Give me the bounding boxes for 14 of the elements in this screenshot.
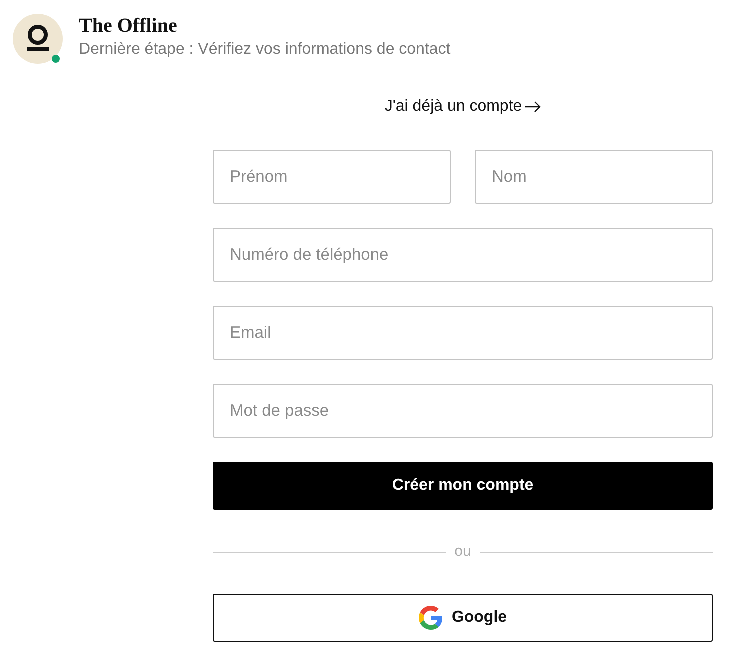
arrow-right-icon [525,101,542,113]
google-sign-in-button[interactable]: Google [213,594,713,642]
step-subtitle: Dernière étape : Vérifiez vos informations de contact [79,40,451,60]
create-account-button[interactable]: Créer mon compte [213,462,713,510]
input-field[interactable]: Nom [475,150,713,204]
login-link[interactable]: J'ai déjà un compte [384,97,542,117]
input-field[interactable]: Mot de passe [213,384,713,438]
input-field[interactable]: Numéro de téléphone [213,228,713,282]
input-field[interactable]: Prénom [213,150,451,204]
brand-title: The Offline [79,15,178,37]
google-logo-icon [418,606,443,630]
logo-icon [13,14,63,64]
input-field[interactable]: Email [213,306,713,360]
divider-label: ou [454,542,472,562]
